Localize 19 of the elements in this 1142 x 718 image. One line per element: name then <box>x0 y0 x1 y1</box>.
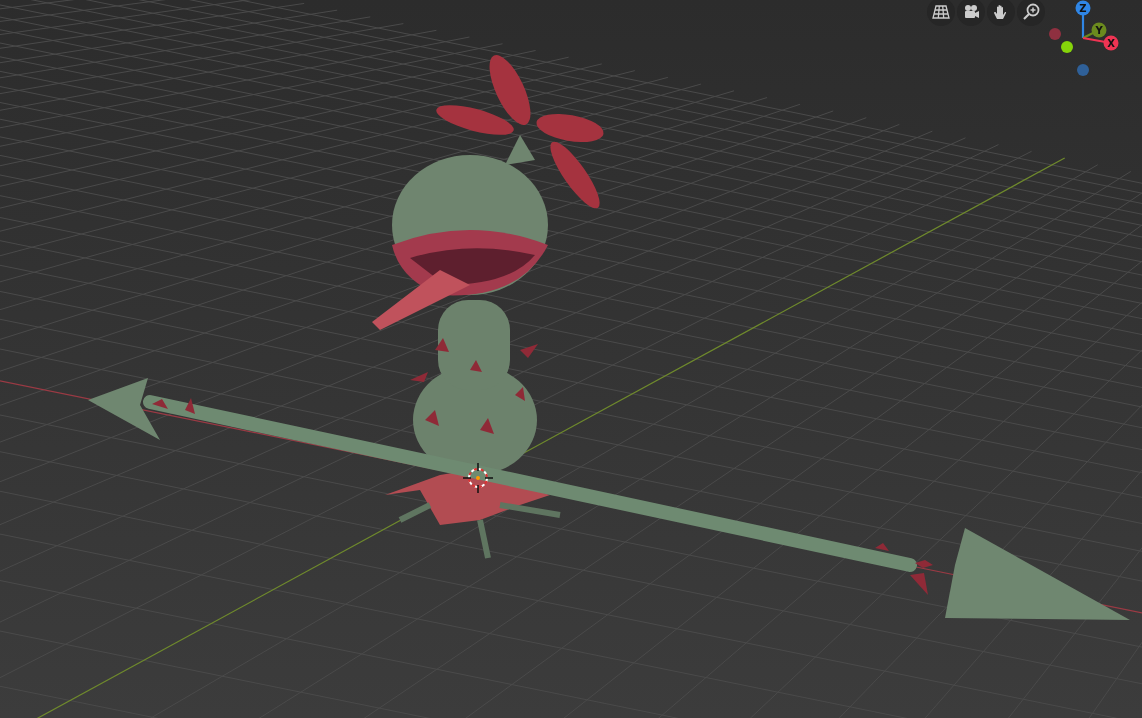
camera-icon <box>962 3 980 21</box>
viewport[interactable]: Z Y X <box>0 0 1142 718</box>
zoom-button[interactable] <box>1017 0 1045 26</box>
zoom-icon <box>1022 3 1040 21</box>
negative-axis-dot[interactable] <box>1077 64 1089 76</box>
negative-axis-dot[interactable] <box>1049 28 1061 40</box>
perspective-toggle-button[interactable] <box>927 0 955 26</box>
axis-dot[interactable] <box>1075 0 1091 16</box>
pan-view-button[interactable] <box>987 0 1015 26</box>
axis-label: Z <box>1079 3 1087 14</box>
negative-axis-dot[interactable] <box>1061 41 1073 53</box>
axis-dot[interactable] <box>1091 22 1107 38</box>
grid-icon <box>932 3 950 21</box>
axis-label: X <box>1107 38 1115 49</box>
camera-view-button[interactable] <box>957 0 985 26</box>
axis-label: Y <box>1095 25 1103 36</box>
axis-dot[interactable] <box>1103 35 1119 51</box>
axis-gizmo[interactable]: Z Y X <box>1000 0 1142 90</box>
3d-cursor-icon <box>462 462 494 494</box>
